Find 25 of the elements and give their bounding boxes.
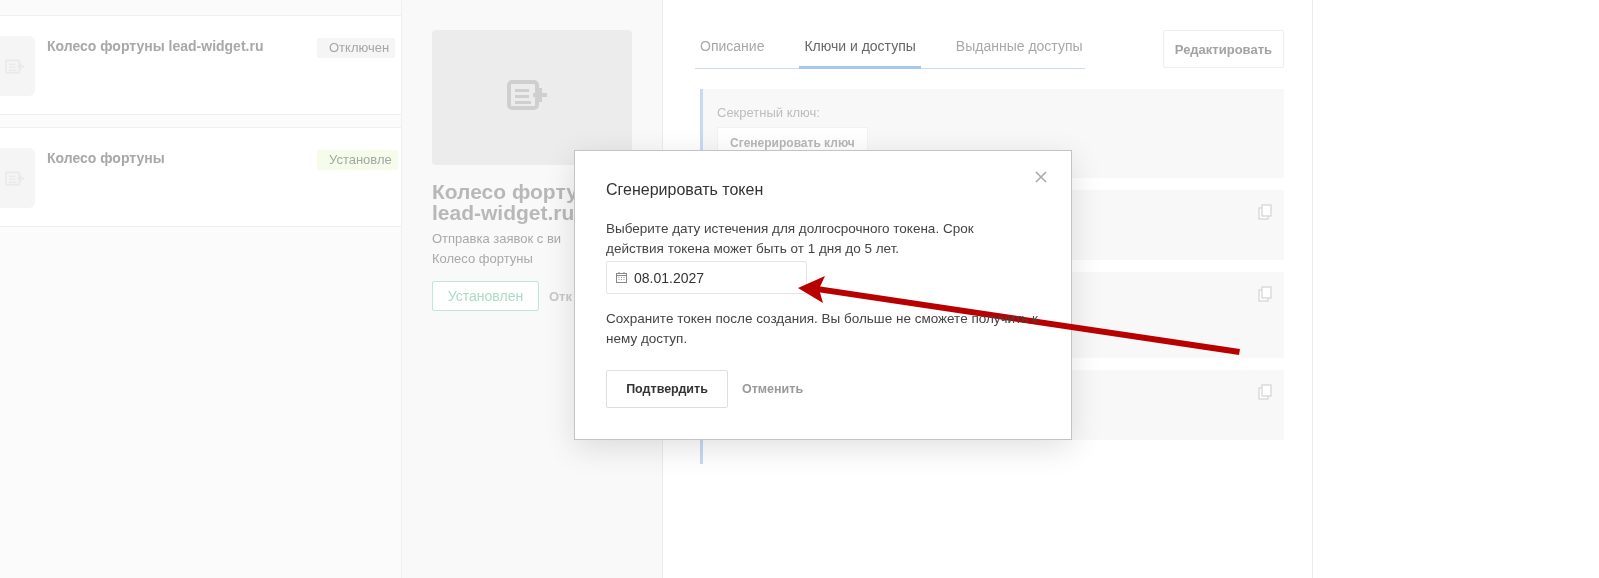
status-badge: Установле [317,150,398,170]
copy-icon[interactable] [1258,204,1272,220]
edit-button[interactable]: Редактировать [1162,30,1284,68]
item-title: Колесо фортуны [47,150,166,166]
cancel-button[interactable]: Отменить [732,382,814,396]
app-title: Колесо форту [432,181,578,202]
date-field[interactable]: 08.01.2027 [606,261,807,294]
close-icon[interactable] [1035,171,1047,183]
list-item[interactable]: Колесо фортуны lead-widget.ru Отключен [0,15,401,115]
tab[interactable]: Выданные доступы [950,35,1088,66]
copy-icon[interactable] [1258,384,1272,400]
tab[interactable]: Описание [695,35,770,66]
app-description: Отправка заявок с ви [432,230,562,248]
app-description: Колесо фортуны [432,250,533,268]
confirm-button[interactable]: Подтвердить [606,370,728,408]
tab[interactable]: Ключи и доступы [799,35,921,69]
dialog-text: Выберите дату истечения для долгосрочного токена. Срок действия токена может быть от 1 дня до 5 лет. [606,220,975,258]
installed-button[interactable]: Установлен [432,281,539,311]
dialog-title: Сгенерировать токен [606,181,765,199]
field-label: Секретный ключ: [717,105,821,120]
app-title: lead-widget.ru [432,202,575,223]
copy-icon[interactable] [1258,286,1272,302]
status-badge: Отключен [317,38,396,58]
list-item[interactable]: Колесо фортуны Установле [0,127,401,227]
item-title: Колесо фортуны lead-widget.ru [47,38,265,54]
